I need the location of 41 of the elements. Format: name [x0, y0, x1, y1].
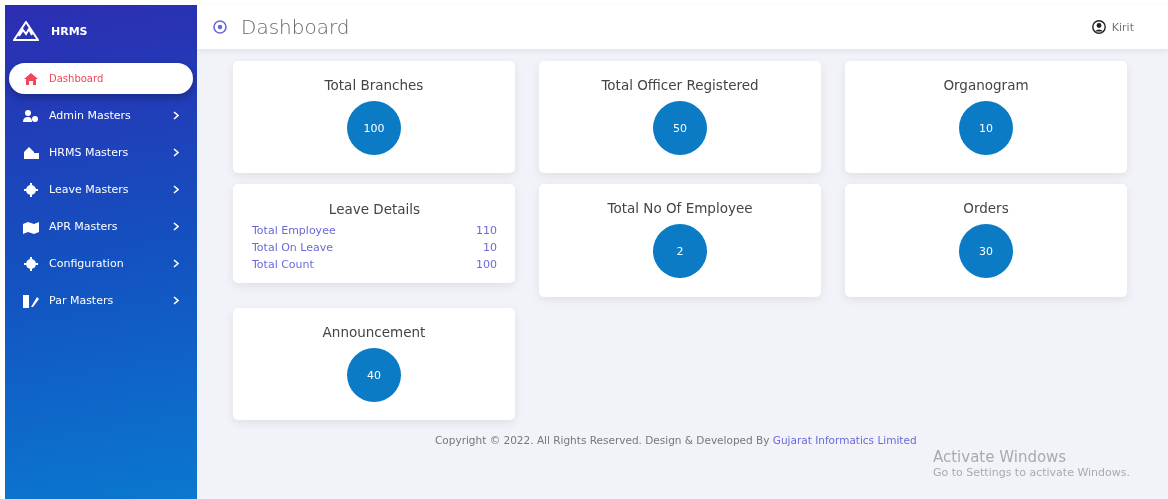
card-title: Organogram	[943, 77, 1029, 93]
page-title: Dashboard	[241, 15, 350, 39]
documents-icon	[23, 293, 39, 308]
building-icon	[23, 145, 39, 160]
count-badge: 2	[653, 224, 707, 278]
company-link[interactable]: Gujarat Informatics Limited	[772, 434, 917, 446]
count-badge: 50	[653, 101, 707, 155]
count-badge: 30	[959, 224, 1013, 278]
card-title: Total No Of Employee	[607, 200, 753, 216]
activation-text: Go to Settings to activate Windows.	[932, 466, 1130, 479]
card-title: Total Officer Registered	[601, 77, 759, 93]
card-title: Announcement	[322, 324, 426, 340]
user-avatar-icon[interactable]	[1091, 20, 1106, 34]
users-icon	[23, 108, 39, 123]
copyright-text: Copyright © 2022. All Rights Reserved. Design & Developed By Gujarat Informatics Limited	[435, 434, 917, 446]
target-icon	[213, 20, 227, 34]
detail-label: Total On Leave	[252, 240, 334, 256]
card-title: Leave Details	[327, 201, 422, 217]
home-icon	[23, 71, 39, 86]
detail-value: 110	[476, 223, 497, 239]
sidebar-item[interactable]: Par Masters	[9, 285, 193, 316]
detail-label: Total Employee	[252, 223, 336, 239]
count-badge: 40	[347, 348, 401, 402]
map-icon	[23, 219, 39, 234]
card-title: Orders	[963, 200, 1009, 216]
sidebar-item[interactable]: Configuration	[9, 248, 193, 279]
count-badge: 100	[347, 101, 401, 155]
activation-title: Activate Windows	[932, 448, 1068, 466]
brand-name: HRMS	[51, 24, 88, 38]
user-name[interactable]: Kirit	[1111, 20, 1134, 34]
detail-value: 100	[476, 257, 497, 273]
sidebar-item[interactable]: HRMS Masters	[9, 137, 193, 168]
card-title: Total Branches	[324, 77, 424, 93]
mountain-logo-icon	[13, 21, 39, 41]
count-badge: 10	[959, 101, 1013, 155]
detail-label: Total Count	[252, 257, 314, 273]
sidebar-item[interactable]: Leave Masters	[9, 174, 193, 205]
detail-value: 10	[483, 240, 497, 256]
sidebar-item[interactable]: Admin Masters	[9, 100, 193, 131]
sidebar-item[interactable]: Dashboard	[9, 63, 193, 94]
sidebar-item[interactable]: APR Masters	[9, 211, 193, 242]
